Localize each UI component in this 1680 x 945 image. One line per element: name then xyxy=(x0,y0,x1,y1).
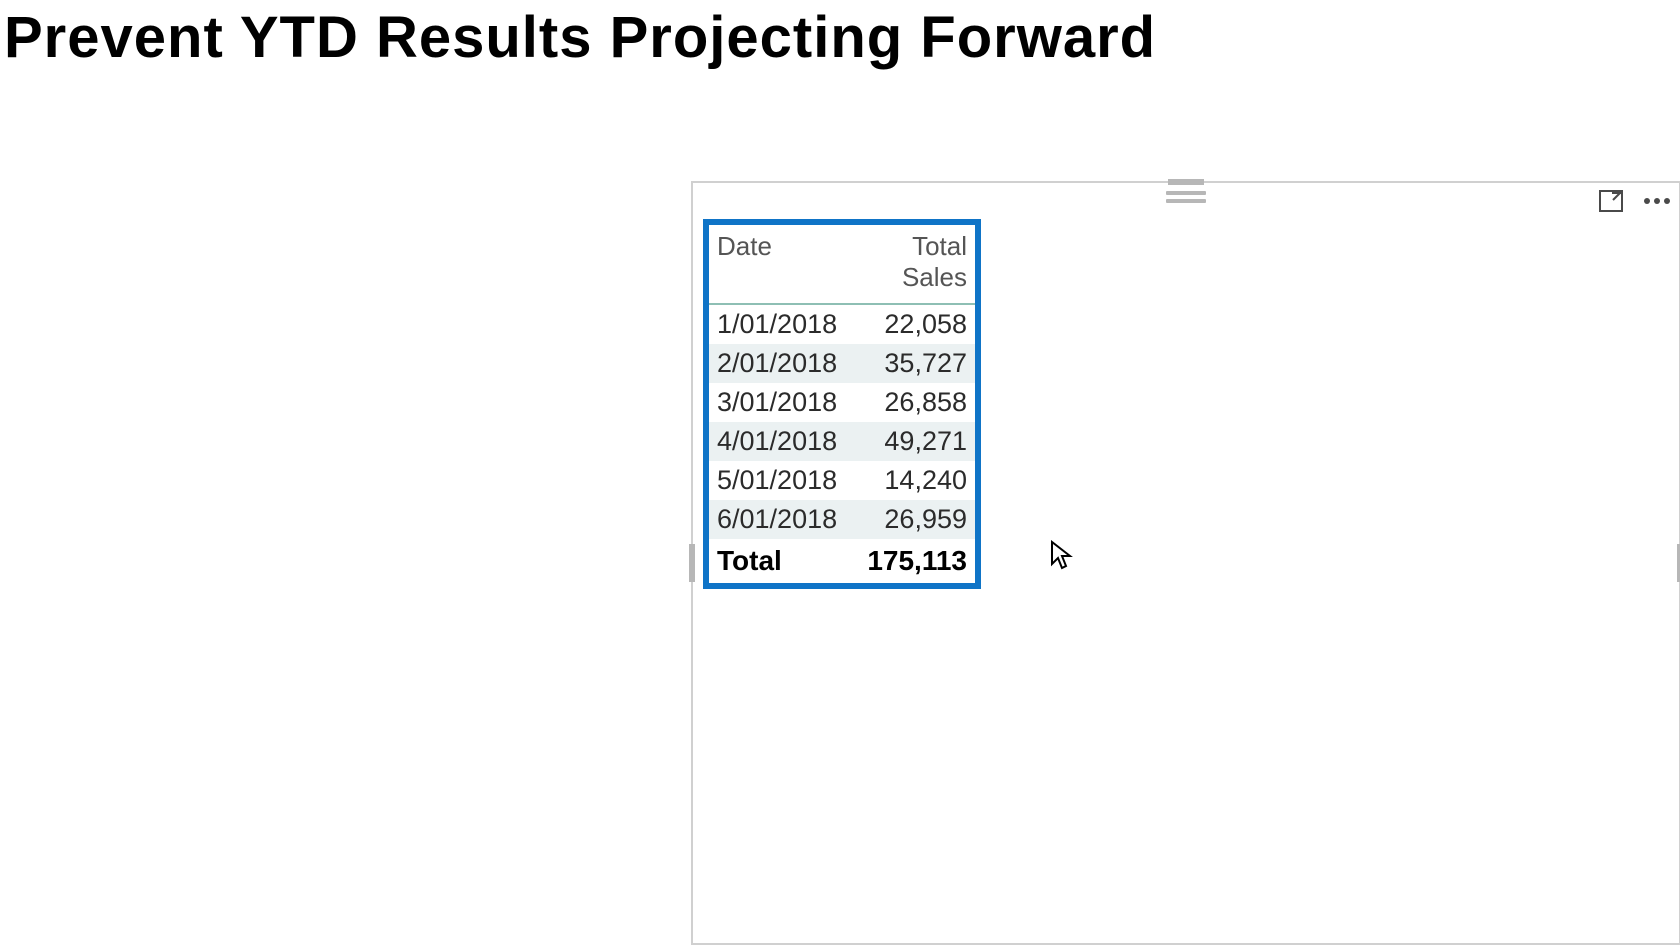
cell-value: 35,727 xyxy=(842,348,967,379)
cell-value: 22,058 xyxy=(842,309,967,340)
table-row[interactable]: 3/01/2018 26,858 xyxy=(709,383,975,422)
cell-date: 3/01/2018 xyxy=(717,387,842,418)
table-total-row[interactable]: Total 175,113 xyxy=(709,539,975,583)
total-label: Total xyxy=(717,545,842,577)
cell-date: 4/01/2018 xyxy=(717,426,842,457)
column-header-date[interactable]: Date xyxy=(717,231,842,293)
table-row[interactable]: 6/01/2018 26,959 xyxy=(709,500,975,539)
page-title: Prevent YTD Results Projecting Forward xyxy=(0,0,1680,71)
cell-date: 5/01/2018 xyxy=(717,465,842,496)
total-value: 175,113 xyxy=(842,545,967,577)
resize-handle-top[interactable] xyxy=(1168,179,1204,185)
visual-header xyxy=(1597,187,1671,215)
cell-date: 6/01/2018 xyxy=(717,504,842,535)
cell-date: 2/01/2018 xyxy=(717,348,842,379)
more-options-icon[interactable] xyxy=(1643,187,1671,215)
cell-value: 49,271 xyxy=(842,426,967,457)
cell-value: 14,240 xyxy=(842,465,967,496)
sales-table[interactable]: Date Total Sales 1/01/2018 22,058 2/01/2… xyxy=(703,219,981,589)
focus-mode-icon[interactable] xyxy=(1597,187,1625,215)
table-header-row[interactable]: Date Total Sales xyxy=(709,225,975,305)
table-row[interactable]: 2/01/2018 35,727 xyxy=(709,344,975,383)
cell-date: 1/01/2018 xyxy=(717,309,842,340)
drag-grip[interactable] xyxy=(1166,191,1206,203)
cell-value: 26,858 xyxy=(842,387,967,418)
resize-handle-left[interactable] xyxy=(689,544,695,582)
cell-value: 26,959 xyxy=(842,504,967,535)
column-header-total-sales[interactable]: Total Sales xyxy=(842,231,967,293)
table-row[interactable]: 5/01/2018 14,240 xyxy=(709,461,975,500)
table-row[interactable]: 4/01/2018 49,271 xyxy=(709,422,975,461)
table-visual-container[interactable]: Date Total Sales 1/01/2018 22,058 2/01/2… xyxy=(691,181,1680,945)
table-row[interactable]: 1/01/2018 22,058 xyxy=(709,305,975,344)
